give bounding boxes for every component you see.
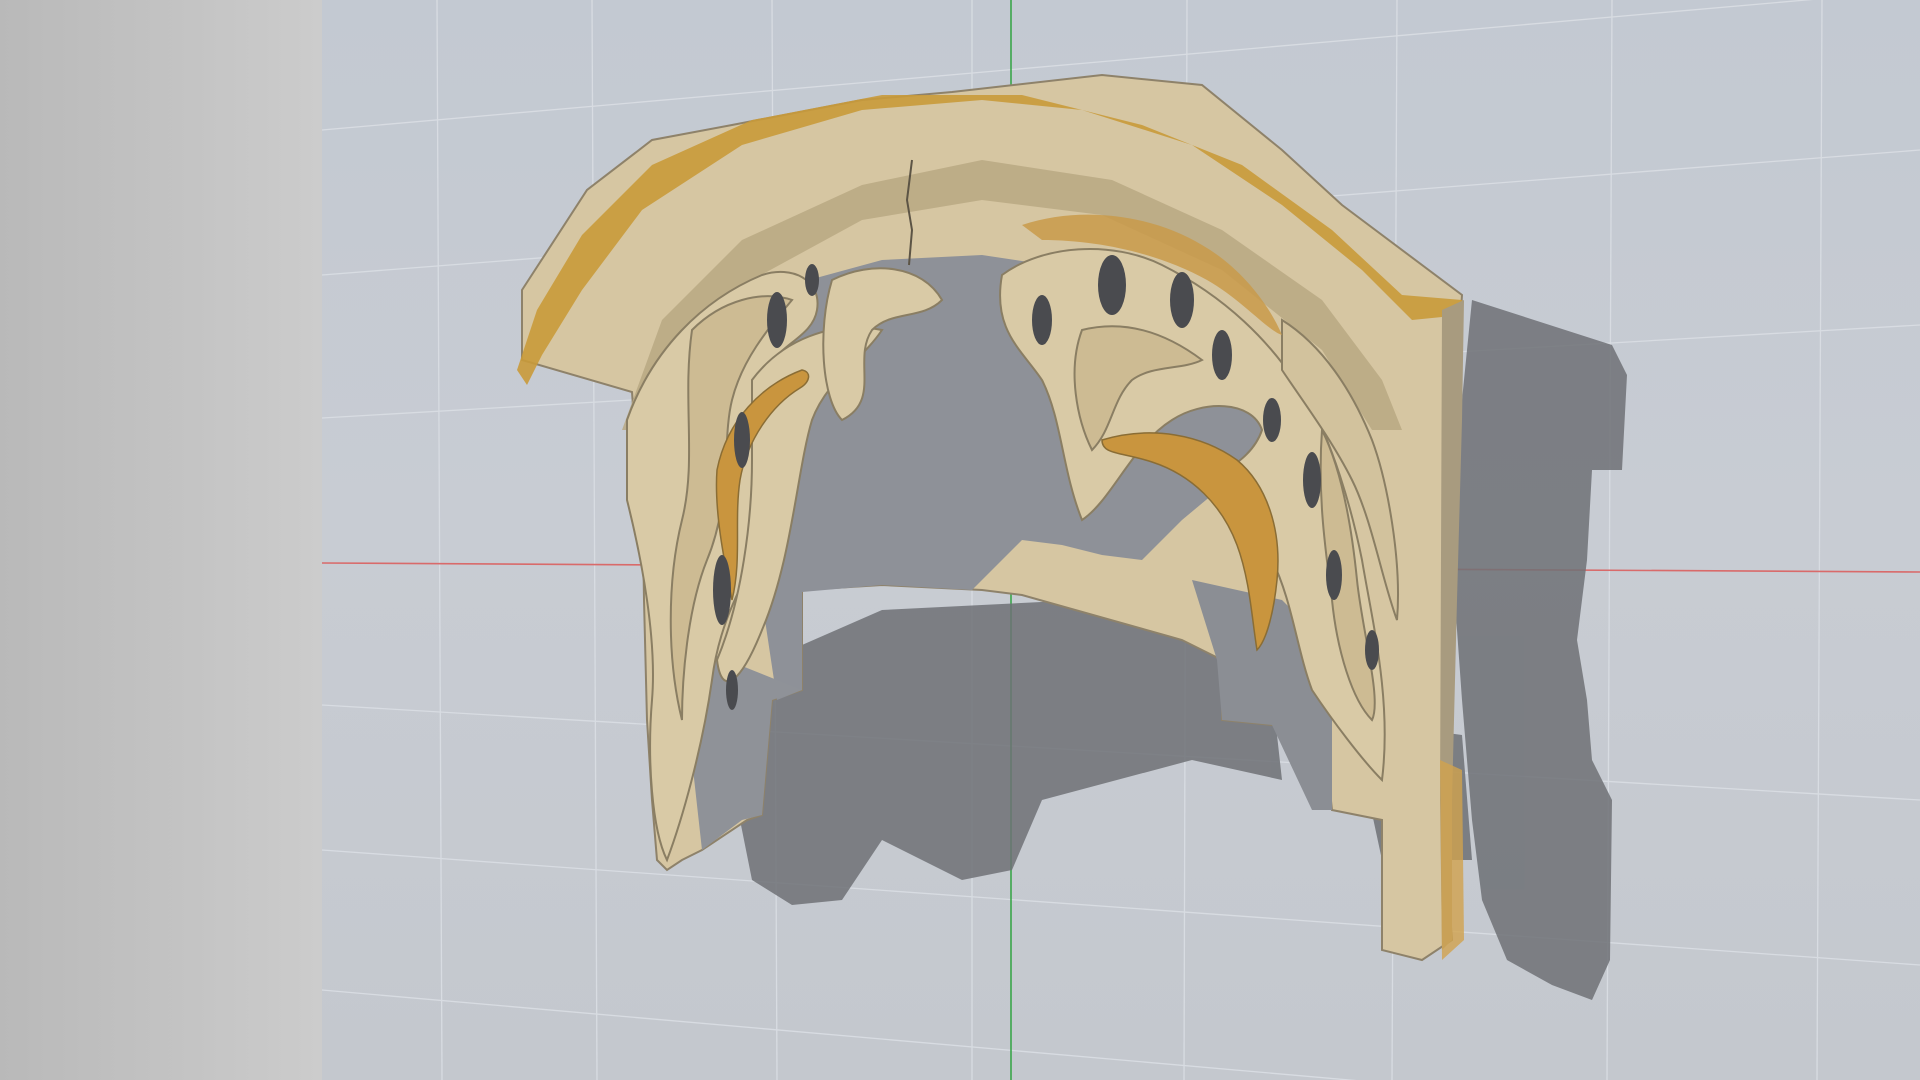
right-foot-ochre [1440,760,1464,960]
viewport-canvas[interactable] [322,0,1920,1080]
3d-viewport[interactable] [322,0,1920,1080]
side-panel [0,0,322,1080]
